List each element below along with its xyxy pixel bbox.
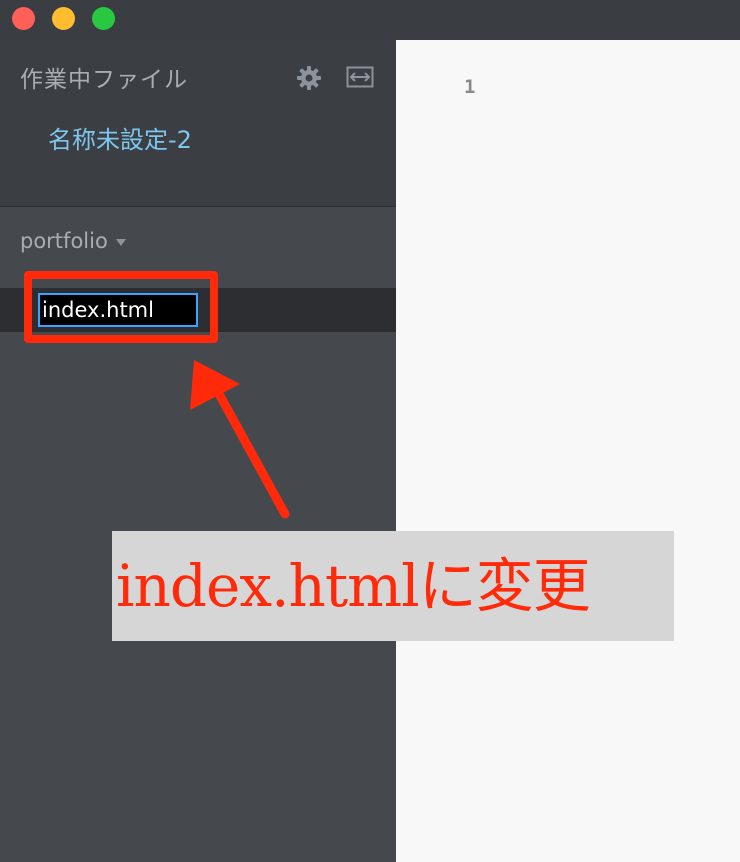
editor-pane[interactable]: 1 — [396, 40, 740, 862]
brackets-window: 作業中ファイル 名称未設定-2 portfolio index.html 1 i… — [0, 0, 740, 862]
gear-icon[interactable] — [296, 65, 322, 91]
file-tree-row-selected[interactable] — [0, 288, 396, 332]
maximize-window-button[interactable] — [92, 7, 115, 30]
project-name-label: portfolio — [20, 229, 108, 253]
rename-file-input[interactable] — [38, 293, 198, 327]
annotation-text: index.htmlに変更 — [116, 552, 591, 620]
title-bar — [0, 0, 740, 40]
working-files-panel: 作業中ファイル 名称未設定-2 — [0, 40, 396, 207]
working-files-title: 作業中ファイル — [20, 67, 188, 93]
sidebar: 作業中ファイル 名称未設定-2 portfolio index.html — [0, 40, 396, 862]
working-file-item[interactable]: 名称未設定-2 — [48, 120, 192, 155]
annotation-callout: index.htmlに変更 — [112, 531, 674, 641]
line-number: 1 — [464, 76, 476, 98]
split-view-icon[interactable] — [346, 66, 374, 88]
close-window-button[interactable] — [12, 7, 35, 30]
minimize-window-button[interactable] — [52, 7, 75, 30]
caret-down-icon — [115, 238, 126, 246]
project-dropdown[interactable]: portfolio — [20, 229, 126, 253]
